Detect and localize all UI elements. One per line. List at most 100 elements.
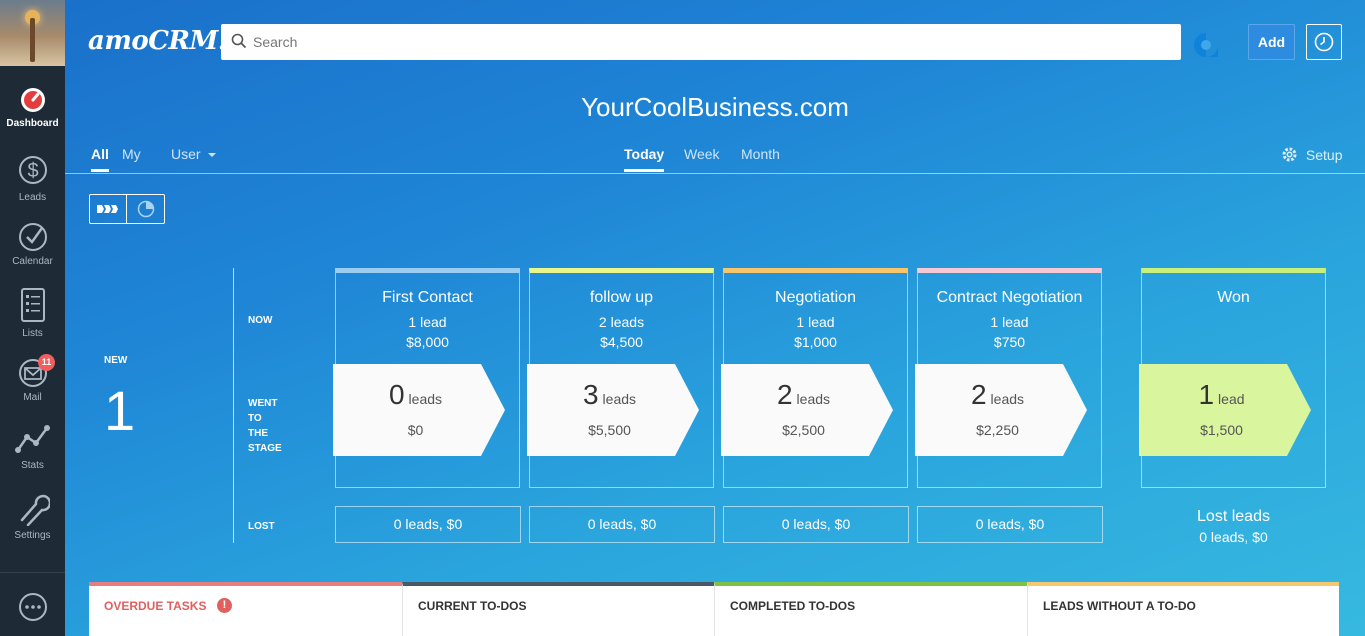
panel-title: COMPLETED TO-DOS — [730, 599, 856, 613]
sidebar-item-label: Lists — [22, 328, 43, 339]
lost-label: LOST — [248, 521, 275, 532]
went-count: 2 — [776, 379, 793, 410]
app-logo[interactable]: amoCRM. — [88, 26, 227, 56]
went-count: 2 — [970, 379, 987, 410]
notifications-button[interactable] — [1306, 24, 1342, 60]
setup-label: Setup — [1305, 147, 1343, 163]
stage-lost-follow-up[interactable]: 0 leads, $0 — [529, 506, 715, 543]
stage-went-arrow: 2 leads $2,250 — [915, 364, 1087, 456]
stage-went-arrow: 0 leads $0 — [333, 364, 505, 456]
checkmark-circle-icon — [18, 223, 47, 251]
stage-first-contact[interactable]: First Contact 1 lead $8,000 0 leads $0 — [333, 268, 520, 488]
filter-user-label: User — [171, 146, 201, 162]
went-unit: lead — [1218, 391, 1245, 407]
page-title: YourCoolBusiness.com — [581, 92, 849, 122]
sidebar-item-calendar[interactable]: Calendar — [0, 222, 65, 267]
panel-title: CURRENT TO-DOS — [418, 599, 527, 613]
sidebar-item-label: Calendar — [12, 256, 53, 267]
sidebar-item-label: Mail — [23, 392, 42, 403]
setup-button[interactable]: Setup — [1281, 146, 1342, 163]
dollar-icon: $ — [18, 156, 47, 184]
chat-bubble-icon[interactable] — [18, 592, 48, 627]
stage-now-count: 1 lead — [990, 314, 1029, 330]
stage-now-amount: $750 — [993, 334, 1026, 350]
tab-week[interactable]: Week — [684, 146, 720, 162]
stage-won[interactable]: Won 1 lead $1,500 — [1139, 268, 1326, 488]
tab-today[interactable]: Today — [624, 146, 665, 172]
stage-follow-up[interactable]: follow up 2 leads $4,500 3 leads $5,500 — [527, 268, 714, 488]
stage-name: Negotiation — [775, 289, 856, 306]
went-unit: leads — [602, 391, 637, 407]
stage-now-amount: $8,000 — [406, 334, 449, 350]
mail-unread-badge: 11 — [38, 354, 55, 371]
panel-title: LEADS WITHOUT A TO-DO — [1043, 599, 1196, 613]
sidebar-item-label: Settings — [14, 530, 51, 541]
pie-view-button[interactable] — [127, 195, 164, 223]
lost-leads-value: 0 leads, $0 — [1199, 529, 1268, 545]
stage-name: Contract Negotiation — [936, 289, 1083, 306]
sidebar-item-leads[interactable]: $ Leads — [0, 150, 65, 203]
sidebar-item-mail[interactable]: 11 Mail — [0, 354, 65, 403]
stage-name: First Contact — [382, 289, 473, 306]
gear-icon — [1282, 147, 1297, 162]
went-amount: $2,250 — [976, 422, 1019, 438]
went-unit: leads — [990, 391, 1025, 407]
went-amount: $5,500 — [588, 422, 631, 438]
went-amount: $1,500 — [1200, 422, 1243, 438]
stage-negotiation[interactable]: Negotiation 1 lead $1,000 2 leads $2,500 — [721, 268, 908, 488]
wrench-icon — [20, 494, 50, 526]
filter-all[interactable]: All — [91, 146, 109, 172]
new-label: NEW — [104, 355, 128, 366]
view-toggle — [89, 194, 165, 224]
pie-chart-icon — [137, 200, 154, 218]
add-button[interactable]: Add — [1248, 24, 1295, 60]
svg-text:$: $ — [27, 160, 38, 182]
sidebar-item-stats[interactable]: Stats — [0, 422, 65, 471]
went-amount: $0 — [407, 422, 424, 438]
sidebar-item-lists[interactable]: Lists — [0, 286, 65, 339]
stage-now-amount: $4,500 — [600, 334, 643, 350]
stage-now-count: 1 lead — [796, 314, 835, 330]
stage-name: follow up — [589, 289, 654, 306]
stage-went-arrow: 2 leads $2,500 — [721, 364, 893, 456]
search-icon — [231, 33, 247, 49]
stage-lost-negotiation[interactable]: 0 leads, $0 — [723, 506, 909, 543]
leads-without-todo-panel[interactable]: LEADS WITHOUT A TO-DO — [1027, 582, 1339, 636]
pipeline-view-button[interactable] — [90, 195, 128, 223]
sidebar-item-settings[interactable]: Settings — [0, 488, 65, 541]
clock-icon — [1314, 32, 1334, 52]
now-label: NOW — [248, 315, 273, 326]
search-bar[interactable] — [221, 24, 1181, 60]
went-to-stage-label: WENT TO THE STAGE — [248, 398, 282, 454]
stage-lost-first-contact[interactable]: 0 leads, $0 — [335, 506, 521, 543]
stage-now-amount: $1,000 — [794, 334, 837, 350]
sidebar-divider — [0, 572, 65, 573]
user-avatar[interactable] — [0, 0, 65, 66]
overdue-tasks-panel[interactable]: OVERDUE TASKS ! — [89, 582, 402, 636]
lost-leads-summary[interactable]: Lost leads 0 leads, $0 — [1141, 506, 1326, 548]
went-count: 3 — [582, 379, 599, 410]
completed-todos-panel[interactable]: COMPLETED TO-DOS — [714, 582, 1027, 636]
filter-my[interactable]: My — [122, 146, 141, 162]
stage-name: Won — [1217, 289, 1250, 306]
stats-icon — [14, 425, 50, 453]
went-unit: leads — [408, 391, 443, 407]
pipeline-divider — [233, 268, 234, 543]
sidebar-item-label: Stats — [21, 460, 44, 471]
filter-divider — [65, 173, 1365, 174]
alert-icon: ! — [217, 598, 232, 613]
search-input[interactable] — [253, 24, 1153, 60]
messenger-icon[interactable] — [1191, 30, 1221, 65]
tab-month[interactable]: Month — [741, 146, 780, 162]
lost-leads-title: Lost leads — [1197, 508, 1270, 525]
filter-user-dropdown[interactable]: User — [171, 146, 217, 162]
list-icon — [20, 288, 45, 322]
went-unit: leads — [796, 391, 831, 407]
stage-lost-contract-negotiation[interactable]: 0 leads, $0 — [917, 506, 1103, 543]
stage-went-arrow: 1 lead $1,500 — [1139, 364, 1311, 456]
stage-went-arrow: 3 leads $5,500 — [527, 364, 699, 456]
stage-now-count: 1 lead — [408, 314, 447, 330]
stage-contract-negotiation[interactable]: Contract Negotiation 1 lead $750 2 leads … — [915, 268, 1102, 488]
stage-now-count: 2 leads — [598, 314, 645, 330]
current-todos-panel[interactable]: CURRENT TO-DOS — [402, 582, 714, 636]
